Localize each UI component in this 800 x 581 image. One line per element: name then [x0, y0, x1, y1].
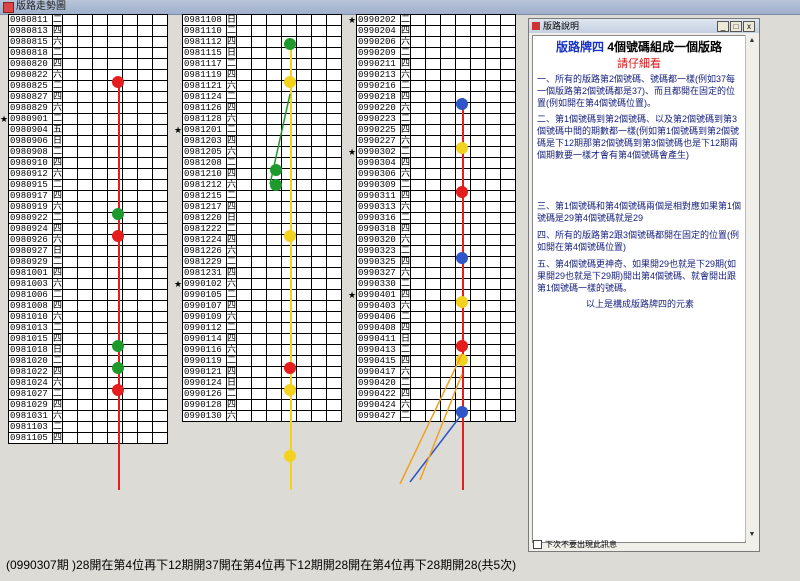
scroll-up-icon[interactable]: ▲	[747, 36, 757, 46]
dialog-content: 版路牌四 4個號碼組成一個版路 請仔細看 一、所有的版路第2個號碼、號碼都一樣(…	[532, 35, 746, 543]
dont-show-again-checkbox[interactable]: 下次不要出現此訊息	[533, 540, 617, 550]
rule-paragraph-3: 三、第1個號碼和第4個號碼兩個是相對應如果第1個號碼是29第4個號碼就是29	[537, 201, 742, 223]
connector-line	[399, 353, 463, 484]
window-titlebar: 版路走勢圖	[0, 0, 800, 15]
checkbox-label: 下次不要出現此訊息	[545, 540, 617, 549]
window-title: 版路走勢圖	[16, 1, 66, 12]
rule-paragraph-5: 五、第4個號碼更神奇、如果開29也就是下29期(如果開29也就是下29期)開出第…	[537, 259, 737, 293]
rule-paragraph-4: 四、所有的版路第2跟3個號碼都開在固定的位置(例如開在第4個號碼位置)	[537, 230, 740, 252]
rule-paragraph-1: 一、所有的版路第2個號碼、號碼都一樣(例如37每一個版路第2個號碼都是37)、而…	[537, 74, 736, 108]
app-icon	[3, 2, 14, 13]
dialog-titlebar: 版路說明 _ □ x	[529, 19, 759, 33]
dialog-heading: 版路牌四 4個號碼組成一個版路	[533, 38, 745, 55]
explanation-dialog: 版路說明 _ □ x 版路牌四 4個號碼組成一個版路 請仔細看 一、所有的版路第…	[528, 18, 760, 552]
rule-paragraph-2: 二、第1個號碼到第2個號碼、以及第2個號碼到第3個號碼中間的期數都一樣(例如第1…	[537, 114, 740, 160]
status-text: (0990307期 )28開在第4位再下12期開37開在第4位再下12期開28開…	[6, 558, 517, 572]
checkbox-icon[interactable]	[533, 540, 542, 550]
minimize-button[interactable]: _	[717, 21, 729, 32]
dialog-icon	[532, 22, 540, 30]
close-button[interactable]: x	[743, 21, 755, 32]
rule-summary: 以上是構成版路牌四的元素	[585, 299, 694, 309]
connector-line	[269, 93, 291, 185]
scroll-down-icon[interactable]: ▼	[747, 530, 757, 540]
dialog-scrollbar[interactable]: ▲ ▼	[745, 35, 758, 541]
dialog-subheading: 請仔細看	[617, 58, 661, 70]
maximize-button[interactable]: □	[730, 21, 742, 32]
heading-name: 版路牌四	[555, 40, 604, 54]
connector-line	[419, 373, 463, 481]
dialog-title: 版路說明	[543, 21, 580, 31]
heading-description: 4個號碼組成一個版路	[607, 40, 723, 54]
